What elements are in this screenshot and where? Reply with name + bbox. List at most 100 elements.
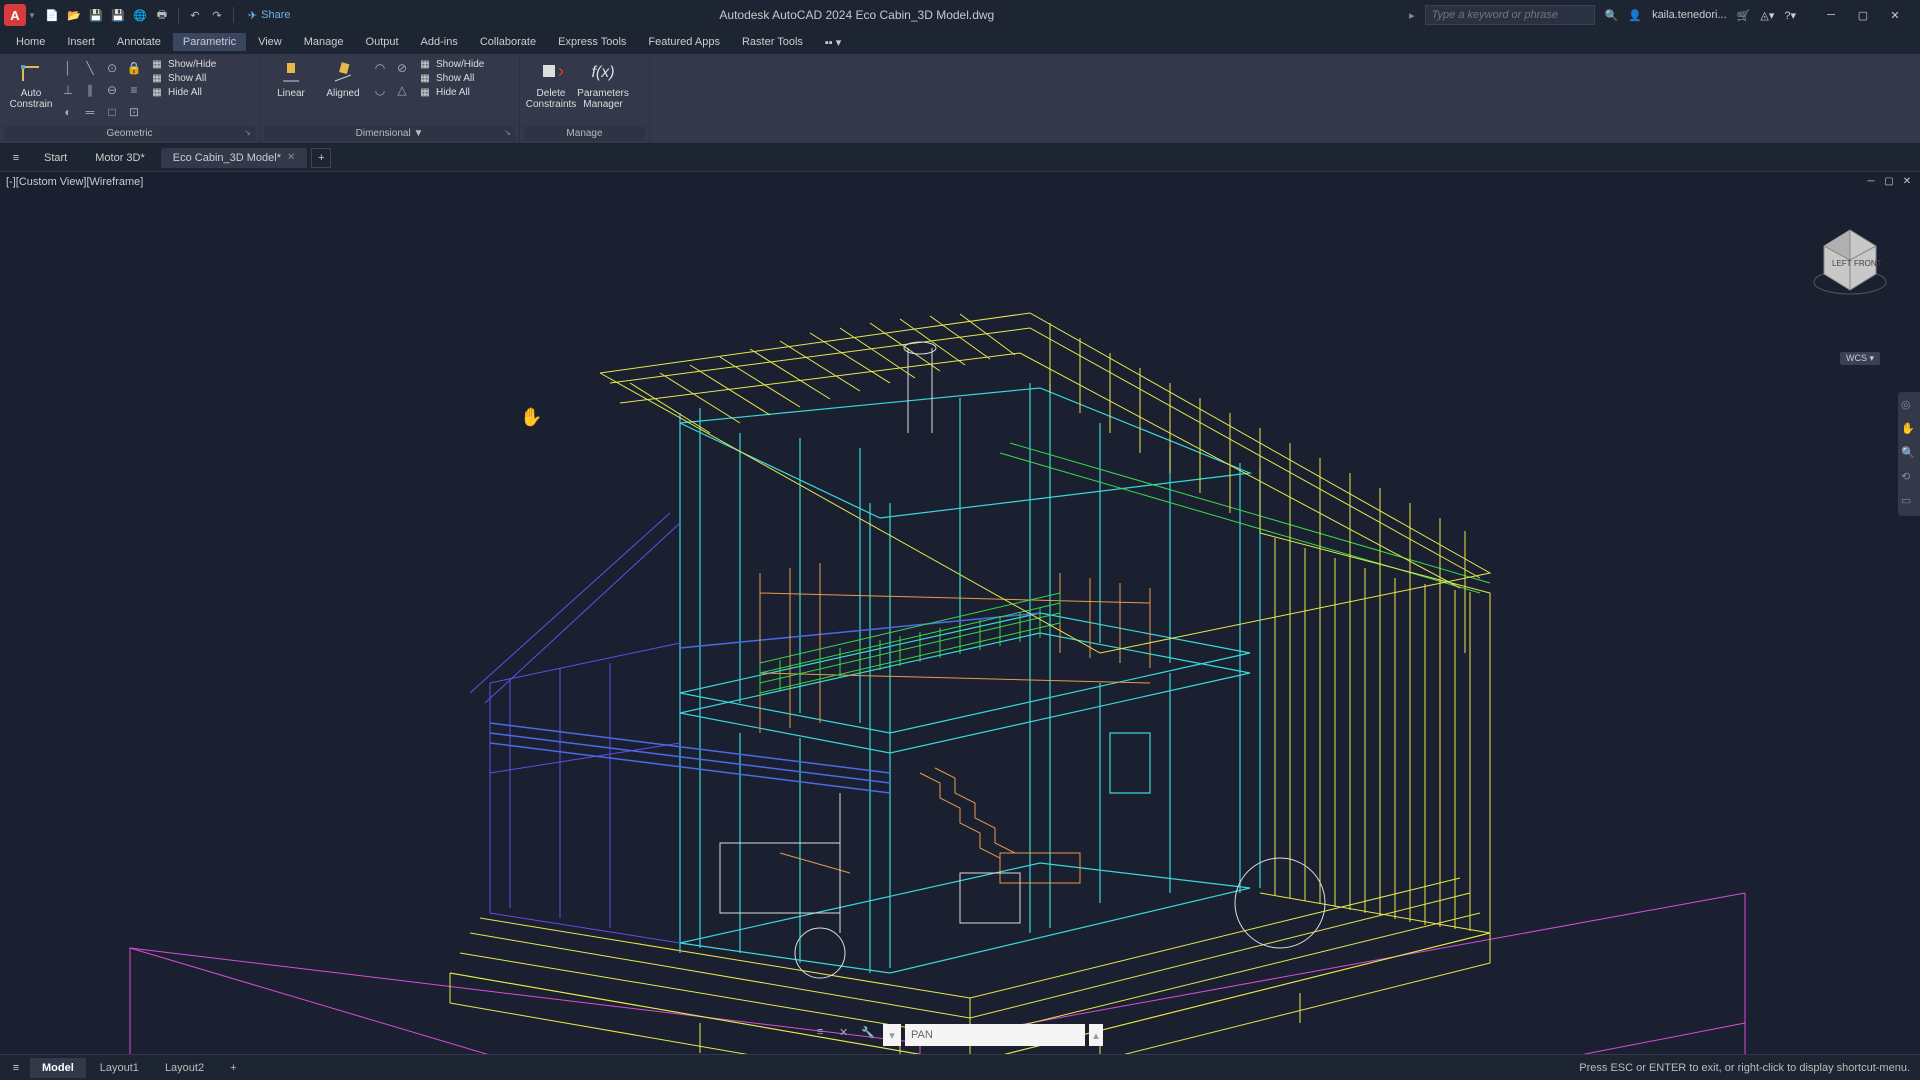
tab-start[interactable]: Start <box>32 148 79 168</box>
menu-annotate[interactable]: Annotate <box>107 33 171 51</box>
geo-constraint-3[interactable]: ⊙ <box>102 58 122 78</box>
geo-constraint-2[interactable]: ╲ <box>80 58 100 78</box>
menu-featured[interactable]: Featured Apps <box>638 33 730 51</box>
tab-close-icon[interactable]: ✕ <box>287 152 295 163</box>
params-label: Parameters Manager <box>577 88 629 110</box>
cmd-close-icon[interactable]: ✕ <box>839 1026 857 1044</box>
delete-constraints-button[interactable]: ✕ Delete Constraints <box>526 58 576 112</box>
hamburger-icon[interactable]: ≡ <box>4 148 28 168</box>
cart-icon[interactable]: 🛒 <box>1737 9 1751 22</box>
dim-showhide-label: Show/Hide <box>436 59 484 70</box>
geo-constraint-5[interactable]: ∥ <box>80 80 100 100</box>
dim-showhide-button[interactable]: ▦Show/Hide <box>414 58 488 71</box>
showhide-icon: ▦ <box>150 59 164 70</box>
help-icon[interactable]: ?▾ <box>1784 9 1796 22</box>
geo-constraint-9[interactable]: □ <box>102 102 122 122</box>
geo-hideall-label: Hide All <box>168 87 202 98</box>
close-button[interactable]: ✕ <box>1880 4 1910 26</box>
vp-minimize-icon[interactable]: ─ <box>1864 176 1878 190</box>
menu-addins[interactable]: Add-ins <box>411 33 468 51</box>
search-icon[interactable]: 🔍 <box>1605 9 1619 22</box>
save-icon[interactable]: 💾 <box>88 7 104 23</box>
aligned-button[interactable]: Aligned <box>318 58 368 101</box>
menu-manage[interactable]: Manage <box>294 33 354 51</box>
menu-collaborate[interactable]: Collaborate <box>470 33 546 51</box>
layout-menu-icon[interactable]: ≡ <box>4 1058 28 1078</box>
panel-manage-title: Manage <box>524 126 645 141</box>
dim-constraint-3[interactable]: ◡ <box>370 80 390 100</box>
nav-pan-icon[interactable]: ✋ <box>1901 422 1917 438</box>
dim-constraint-2[interactable]: ⊘ <box>392 58 412 78</box>
maximize-button[interactable]: ▢ <box>1848 4 1878 26</box>
nav-zoom-icon[interactable]: 🔍 <box>1901 446 1917 462</box>
dim-constraint-1[interactable]: ◠ <box>370 58 390 78</box>
saveas-icon[interactable]: 💾 <box>110 7 126 23</box>
vp-maximize-icon[interactable]: ▢ <box>1882 176 1896 190</box>
username-label[interactable]: kaila.tenedori... <box>1652 9 1727 21</box>
geo-constraint-11[interactable]: ≡ <box>124 80 144 100</box>
menu-home[interactable]: Home <box>6 33 55 51</box>
redo-icon[interactable]: ↷ <box>209 7 225 23</box>
geo-constraint-4[interactable]: ⊥ <box>58 80 78 100</box>
geo-showall-button[interactable]: ▦Show All <box>146 72 220 85</box>
add-layout-button[interactable]: + <box>218 1058 248 1078</box>
menu-view[interactable]: View <box>248 33 292 51</box>
tab-layout1[interactable]: Layout1 <box>88 1058 151 1078</box>
dim-constraint-4[interactable]: △ <box>392 80 412 100</box>
plot-icon[interactable]: 🖶 <box>154 7 170 23</box>
geo-constraint-7[interactable]: ◐ <box>58 102 78 122</box>
geo-constraint-1[interactable]: │ <box>58 58 78 78</box>
nav-wheel-icon[interactable]: ◎ <box>1901 398 1917 414</box>
showall-icon: ▦ <box>150 73 164 84</box>
command-input[interactable] <box>905 1024 1085 1046</box>
menu-overflow[interactable]: ▪▪ ▾ <box>815 33 851 52</box>
new-icon[interactable]: 📄 <box>44 7 60 23</box>
dim-hideall-icon: ▦ <box>418 87 432 98</box>
auto-constrain-button[interactable]: Auto Constrain <box>6 58 56 112</box>
minimize-button[interactable]: ─ <box>1816 4 1846 26</box>
drawing-canvas[interactable] <box>0 172 1920 1054</box>
viewcube[interactable]: LEFT FRONT <box>1810 222 1890 302</box>
linear-button[interactable]: Linear <box>266 58 316 101</box>
viewport[interactable]: [-][Custom View][Wireframe] ─ ▢ ✕ ✋ <box>0 172 1920 1054</box>
geo-showhide-button[interactable]: ▦Show/Hide <box>146 58 220 71</box>
menu-output[interactable]: Output <box>356 33 409 51</box>
parameters-manager-button[interactable]: f(x) Parameters Manager <box>578 58 628 112</box>
dim-hideall-button[interactable]: ▦Hide All <box>414 86 488 99</box>
panel-geometric-title[interactable]: Geometric↘ <box>4 126 255 141</box>
add-tab-button[interactable]: + <box>311 148 331 168</box>
undo-icon[interactable]: ↶ <box>187 7 203 23</box>
tab-motor3d[interactable]: Motor 3D* <box>83 148 157 168</box>
menu-raster[interactable]: Raster Tools <box>732 33 813 51</box>
geo-constraint-12[interactable]: ⊡ <box>124 102 144 122</box>
menu-insert[interactable]: Insert <box>57 33 105 51</box>
menu-parametric[interactable]: Parametric <box>173 33 246 51</box>
search-input[interactable] <box>1425 5 1595 25</box>
nav-orbit-icon[interactable]: ⟲ <box>1901 470 1917 486</box>
open-icon[interactable]: 📂 <box>66 7 82 23</box>
tab-model[interactable]: Model <box>30 1058 86 1078</box>
vp-close-icon[interactable]: ✕ <box>1900 176 1914 190</box>
wcs-badge[interactable]: WCS ▾ <box>1840 352 1880 365</box>
tab-ecocabin[interactable]: Eco Cabin_3D Model* ✕ <box>161 148 308 168</box>
menu-express[interactable]: Express Tools <box>548 33 636 51</box>
geo-constraint-6[interactable]: ⊖ <box>102 80 122 100</box>
cmd-lines-icon[interactable]: ≡ <box>817 1026 835 1044</box>
view-label[interactable]: [-][Custom View][Wireframe] <box>6 176 143 188</box>
dim-showall-button[interactable]: ▦Show All <box>414 72 488 85</box>
app-logo[interactable]: A <box>4 4 26 26</box>
geo-lock-icon[interactable]: 🔒 <box>124 58 144 78</box>
nav-showmotion-icon[interactable]: ▭ <box>1901 494 1917 510</box>
panel-dimensional-title[interactable]: Dimensional ▼↘ <box>264 126 515 141</box>
window-title: Autodesk AutoCAD 2024 Eco Cabin_3D Model… <box>305 8 1410 22</box>
geo-hideall-button[interactable]: ▦Hide All <box>146 86 220 99</box>
cmd-recent-icon[interactable]: ▾ <box>883 1024 901 1046</box>
web-icon[interactable]: 🌐 <box>132 7 148 23</box>
geo-constraint-8[interactable]: ═ <box>80 102 100 122</box>
share-button[interactable]: ✈ Share <box>242 7 297 24</box>
tab-layout2[interactable]: Layout2 <box>153 1058 216 1078</box>
cmd-expand-icon[interactable]: ▴ <box>1089 1024 1103 1046</box>
app-switcher-icon[interactable]: ◬▾ <box>1760 9 1774 22</box>
auto-constrain-icon <box>18 60 44 86</box>
cmd-customize-icon[interactable]: 🔧 <box>861 1026 879 1044</box>
